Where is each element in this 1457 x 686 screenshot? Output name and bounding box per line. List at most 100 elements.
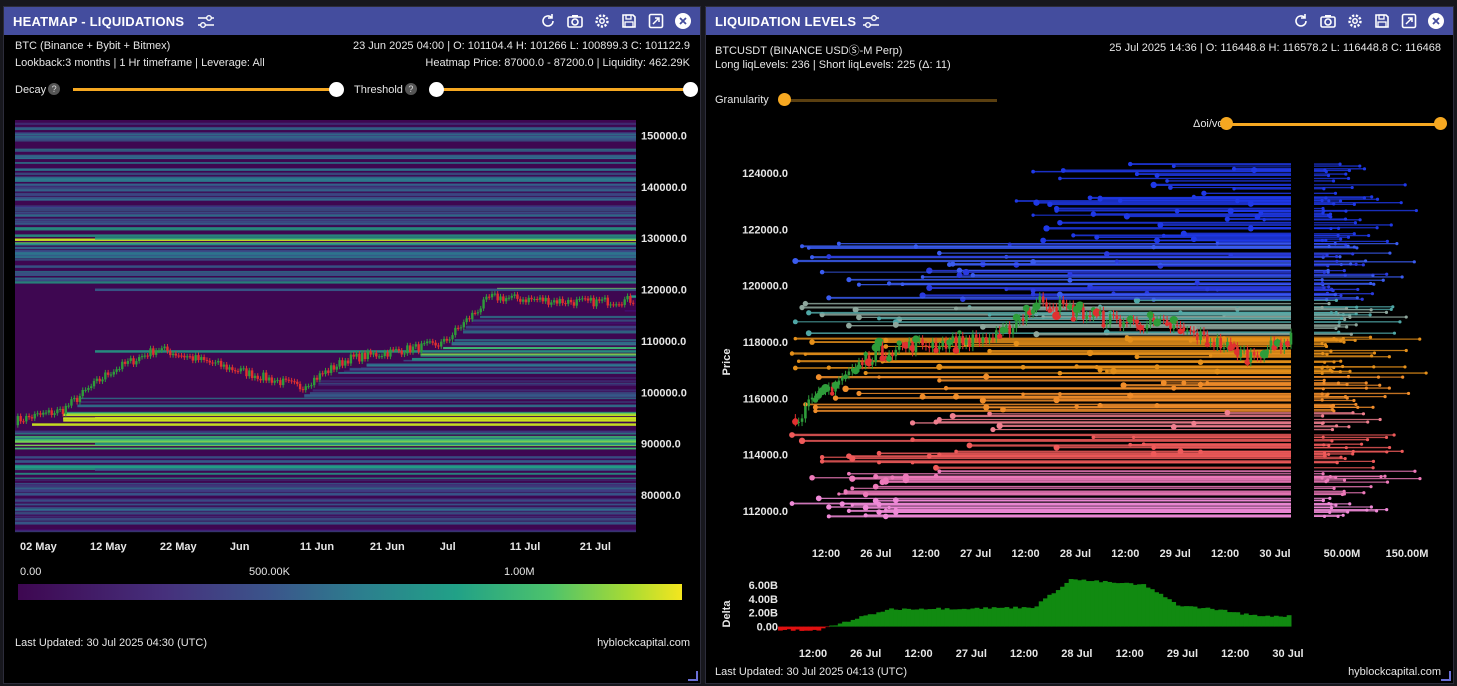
side-volume-point [1333, 191, 1338, 195]
expand-icon[interactable] [647, 12, 665, 30]
resize-handle[interactable] [688, 671, 698, 681]
candle [1082, 307, 1085, 320]
threshold-slider[interactable] [437, 88, 689, 91]
side-volume-point [1367, 233, 1371, 238]
x-tick-label: 29 Jul [1160, 548, 1191, 560]
candle [349, 354, 353, 364]
liquidation-band [15, 460, 636, 463]
side-tick-label: 150.00M [1386, 548, 1429, 560]
refresh-icon[interactable] [539, 12, 557, 30]
settings-sliders-icon[interactable] [863, 15, 879, 28]
candle [98, 378, 101, 382]
candle [64, 405, 68, 415]
liquidation-level-point [1030, 288, 1036, 294]
candle [1015, 321, 1018, 329]
candle [214, 362, 217, 364]
expand-icon[interactable] [1400, 12, 1418, 30]
candle [400, 350, 403, 355]
liquidation-band [63, 414, 636, 417]
candle [951, 336, 955, 342]
candle [1041, 296, 1045, 303]
settings-sliders-icon[interactable] [198, 15, 214, 28]
granularity-slider-knob[interactable] [778, 93, 791, 106]
candle [536, 299, 539, 301]
candle [1058, 300, 1062, 312]
side-volume-point [1387, 355, 1391, 359]
candle [871, 361, 874, 365]
liquidation-level-point [1094, 234, 1100, 240]
side-volume-point [1400, 449, 1404, 453]
save-icon[interactable] [620, 12, 638, 30]
side-volume-point [1369, 308, 1373, 312]
side-volume-point [1329, 311, 1333, 315]
side-volume-point [1358, 164, 1362, 168]
doi-slider-max-knob[interactable] [1434, 117, 1447, 130]
candle [454, 327, 457, 336]
brand-link[interactable]: hyblockcapital.com [597, 637, 690, 649]
liquidation-level-point [996, 422, 1003, 430]
gear-icon[interactable] [593, 12, 611, 30]
side-volume-point [1334, 311, 1338, 315]
candle [488, 296, 491, 298]
save-icon[interactable] [1373, 12, 1391, 30]
y-tick-label: 80000.0 [641, 490, 681, 502]
liquidation-band [15, 465, 636, 469]
help-icon[interactable]: ? [404, 83, 417, 95]
candle [564, 303, 567, 305]
candle [928, 346, 931, 349]
y-tick-label: 90000.0 [641, 439, 681, 451]
camera-icon[interactable] [1319, 12, 1337, 30]
candle [121, 361, 124, 370]
side-volume-point [1406, 391, 1411, 396]
delta-tick-label: 2.00B [749, 608, 778, 620]
y-tick-label: 116000.0 [743, 393, 788, 405]
gear-icon[interactable] [1346, 12, 1364, 30]
side-volume-point [1392, 433, 1396, 437]
liquidation-level-point [983, 404, 990, 411]
candle [971, 334, 975, 348]
brand-link[interactable]: hyblockcapital.com [1348, 666, 1441, 678]
close-icon[interactable] [674, 12, 692, 30]
candle [1179, 325, 1182, 327]
liquidation-band [15, 490, 636, 493]
decay-slider-knob[interactable] [329, 82, 344, 97]
resize-handle[interactable] [1441, 671, 1451, 681]
candle [897, 345, 901, 350]
x-tick-label: 26 Jul [860, 548, 891, 560]
side-volume-point [1361, 263, 1365, 267]
doi-slider[interactable] [1227, 123, 1440, 126]
camera-icon[interactable] [566, 12, 584, 30]
side-volume-point [1400, 275, 1404, 279]
decay-slider[interactable] [73, 88, 335, 91]
candle [626, 295, 629, 300]
close-icon[interactable] [1427, 12, 1445, 30]
delta-bar [889, 608, 894, 627]
threshold-slider-min-knob[interactable] [429, 82, 444, 97]
candle [259, 378, 262, 381]
candle [47, 410, 51, 413]
candle [891, 354, 894, 357]
liquidation-level-point [1110, 367, 1117, 375]
candle [200, 357, 203, 361]
candle [1185, 330, 1189, 332]
candle [1159, 318, 1162, 320]
candle [547, 297, 550, 305]
doi-slider-min-knob[interactable] [1220, 117, 1233, 130]
granularity-slider[interactable] [784, 99, 997, 102]
delta-bar [1243, 613, 1249, 627]
liquidation-band [420, 353, 636, 356]
liquidation-levels-chart[interactable]: Price 124000.0 122000.0 120000.0 118000.0 116… [706, 147, 1454, 667]
side-volume-point [1412, 260, 1416, 264]
help-icon[interactable]: ? [48, 83, 61, 95]
threshold-slider-max-knob[interactable] [683, 82, 698, 97]
refresh-icon[interactable] [1292, 12, 1310, 30]
liquidation-level-point [1171, 164, 1176, 169]
candle [406, 345, 409, 354]
heatmap-chart[interactable]: 150000.0 140000.0 130000.0 120000.0 110000.0… [4, 115, 701, 555]
liquidation-band [338, 372, 636, 374]
liquidation-level-point [806, 246, 811, 250]
candle [194, 355, 197, 361]
delta-bar [790, 626, 796, 631]
candle [423, 343, 426, 345]
delta-bar [825, 626, 830, 628]
